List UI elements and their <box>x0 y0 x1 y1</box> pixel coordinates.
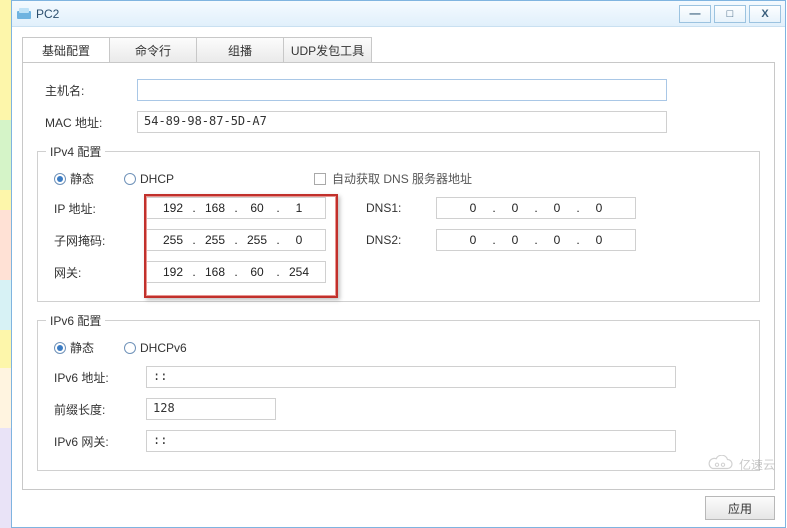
apply-button[interactable]: 应用 <box>705 496 775 520</box>
gateway-label: 网关: <box>46 264 146 281</box>
window-title: PC2 <box>36 7 59 21</box>
ip-a[interactable]: 192 <box>156 201 190 215</box>
minimize-button[interactable]: — <box>679 5 711 23</box>
ipv6-radio-static-label: 静态 <box>70 339 94 356</box>
ipv6-group: IPv6 配置 静态 DHCPv6 IPv6 地址: :: 前 <box>37 312 760 471</box>
ip-d[interactable]: 1 <box>282 201 316 215</box>
gw-a[interactable]: 192 <box>156 265 190 279</box>
hostname-input[interactable] <box>137 79 667 101</box>
gw-b[interactable]: 168 <box>198 265 232 279</box>
ip-c[interactable]: 60 <box>240 201 274 215</box>
dns1-a[interactable]: 0 <box>456 201 490 215</box>
ipv6-addr-label: IPv6 地址: <box>46 369 146 386</box>
mask-b[interactable]: 255 <box>198 233 232 247</box>
ipv6-prefix-label: 前缀长度: <box>46 401 146 418</box>
title-bar[interactable]: PC2 — □ X <box>12 1 785 27</box>
ipv6-radio-dhcpv6-label: DHCPv6 <box>140 341 187 355</box>
mask-a[interactable]: 255 <box>156 233 190 247</box>
radio-checked-icon <box>54 342 66 354</box>
dns1-input[interactable]: 0. 0. 0. 0 <box>436 197 636 219</box>
ipv4-radio-dhcp-label: DHCP <box>140 172 174 186</box>
tab-cli[interactable]: 命令行 <box>110 38 197 62</box>
ipv6-radio-static[interactable]: 静态 <box>54 339 94 356</box>
ipv4-legend: IPv4 配置 <box>46 143 105 160</box>
ipv6-gw-input[interactable]: :: <box>146 430 676 452</box>
ipv6-legend: IPv6 配置 <box>46 312 105 329</box>
tab-udp-tool[interactable]: UDP发包工具 <box>284 38 371 62</box>
mask-input[interactable]: 255. 255. 255. 0 <box>146 229 326 251</box>
tab-panel-basic: 主机名: MAC 地址: 54-89-98-87-5D-A7 IPv4 配置 静… <box>22 62 775 490</box>
checkbox-unchecked-icon <box>314 173 326 185</box>
ip-label: IP 地址: <box>46 200 146 217</box>
ipv6-prefix-input[interactable]: 128 <box>146 398 276 420</box>
auto-dns-checkbox[interactable]: 自动获取 DNS 服务器地址 <box>314 170 472 187</box>
radio-checked-icon <box>54 173 66 185</box>
dns2-input[interactable]: 0. 0. 0. 0 <box>436 229 636 251</box>
hostname-label: 主机名: <box>37 82 137 99</box>
mask-label: 子网掩码: <box>46 232 146 249</box>
dns1-d[interactable]: 0 <box>582 201 616 215</box>
ipv4-group: IPv4 配置 静态 DHCP 自动获取 DNS 服务器地址 <box>37 143 760 302</box>
gateway-input[interactable]: 192. 168. 60. 254 <box>146 261 326 283</box>
ip-b[interactable]: 168 <box>198 201 232 215</box>
mask-c[interactable]: 255 <box>240 233 274 247</box>
dns2-c[interactable]: 0 <box>540 233 574 247</box>
tab-multicast[interactable]: 组播 <box>197 38 284 62</box>
close-button[interactable]: X <box>749 5 781 23</box>
tab-bar: 基础配置 命令行 组播 UDP发包工具 <box>22 37 372 62</box>
maximize-button[interactable]: □ <box>714 5 746 23</box>
mac-label: MAC 地址: <box>37 114 137 131</box>
ipv4-radio-static-label: 静态 <box>70 170 94 187</box>
ipv4-radio-dhcp[interactable]: DHCP <box>124 172 174 186</box>
mac-value: 54-89-98-87-5D-A7 <box>137 111 667 133</box>
ipv4-radio-static[interactable]: 静态 <box>54 170 94 187</box>
radio-unchecked-icon <box>124 342 136 354</box>
dns2-b[interactable]: 0 <box>498 233 532 247</box>
mask-d[interactable]: 0 <box>282 233 316 247</box>
dns1-c[interactable]: 0 <box>540 201 574 215</box>
ipv6-gw-label: IPv6 网关: <box>46 433 146 450</box>
ip-input[interactable]: 192. 168. 60. 1 <box>146 197 326 219</box>
dns1-label: DNS1: <box>366 201 436 215</box>
dns2-label: DNS2: <box>366 233 436 247</box>
app-icon <box>16 6 32 22</box>
gw-d[interactable]: 254 <box>282 265 316 279</box>
watermark-text: 亿速云 <box>739 456 775 473</box>
gw-c[interactable]: 60 <box>240 265 274 279</box>
cloud-icon <box>705 455 735 473</box>
dns2-a[interactable]: 0 <box>456 233 490 247</box>
app-window: PC2 — □ X 基础配置 命令行 组播 UDP发包工具 主机名: MAC 地… <box>11 0 786 528</box>
ipv6-radio-dhcpv6[interactable]: DHCPv6 <box>124 341 187 355</box>
radio-unchecked-icon <box>124 173 136 185</box>
watermark: 亿速云 <box>705 455 775 473</box>
dns2-d[interactable]: 0 <box>582 233 616 247</box>
ipv6-addr-input[interactable]: :: <box>146 366 676 388</box>
tab-basic[interactable]: 基础配置 <box>23 38 110 62</box>
dns1-b[interactable]: 0 <box>498 201 532 215</box>
auto-dns-label: 自动获取 DNS 服务器地址 <box>332 170 472 187</box>
